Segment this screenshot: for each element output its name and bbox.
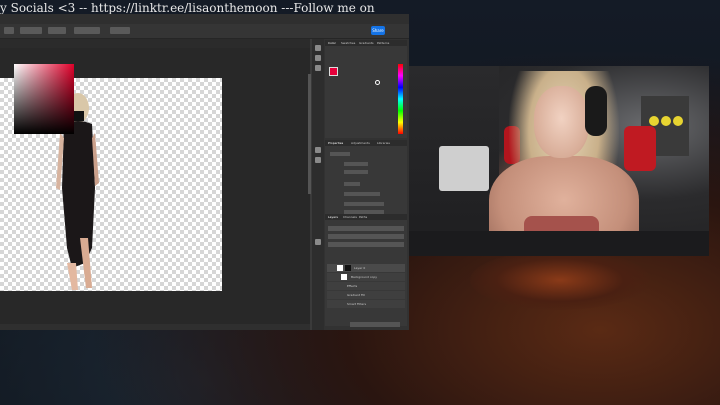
layer-row[interactable]: Gradient Fill: [327, 291, 405, 299]
tab-properties[interactable]: Properties: [328, 140, 343, 146]
property-field[interactable]: [344, 192, 380, 196]
layer-row[interactable]: Background copy: [327, 273, 405, 281]
panel-icon[interactable]: [315, 55, 321, 61]
layer-name: Effects: [347, 284, 358, 288]
layers-panel-tabs: Layers Channels Paths: [325, 214, 407, 220]
status-bar: [0, 324, 310, 330]
layer-thumbnail: [337, 265, 343, 271]
layers-footer-buttons[interactable]: [350, 322, 400, 327]
tab-libraries[interactable]: Libraries: [377, 140, 390, 146]
panel-icon[interactable]: [315, 239, 321, 245]
color-panel: Color Swatches Gradients Patterns: [325, 40, 407, 138]
layer-row[interactable]: Smart Filters: [327, 300, 405, 308]
gaming-chair: [624, 126, 656, 171]
tab-layers[interactable]: Layers: [328, 214, 338, 220]
options-control[interactable]: [20, 27, 42, 34]
tool-preset-button[interactable]: [4, 27, 14, 34]
properties-panel-tabs: Properties Adjustments Libraries: [325, 140, 407, 146]
menu-bar[interactable]: [0, 14, 409, 24]
layer-name: Smart Filters: [347, 302, 367, 306]
panel-icon-strip: [312, 39, 324, 330]
property-field[interactable]: [344, 202, 384, 206]
desk: [409, 231, 709, 256]
layer-thumbnail: [341, 274, 347, 280]
options-bar: Share: [0, 24, 409, 39]
tab-channels[interactable]: Channels: [343, 214, 357, 220]
tab-swatches[interactable]: Swatches: [341, 40, 355, 46]
color-picker-marker[interactable]: [375, 80, 380, 85]
headphones: [585, 86, 607, 136]
panel-icon[interactable]: [315, 157, 321, 163]
vertical-scrollbar[interactable]: [308, 74, 311, 194]
options-control[interactable]: [110, 27, 130, 34]
hue-slider[interactable]: [398, 64, 403, 134]
tab-adjustments[interactable]: Adjustments: [351, 140, 370, 146]
webcam-overlay: [409, 66, 709, 256]
blend-mode-bar[interactable]: [328, 234, 404, 239]
webcam-background-object: [439, 146, 489, 191]
layer-name: Background copy: [351, 275, 378, 279]
tab-gradients[interactable]: Gradients: [359, 40, 374, 46]
webcam-decor: [661, 116, 671, 126]
tab-paths[interactable]: Paths: [359, 214, 367, 220]
property-field[interactable]: [344, 182, 360, 186]
foreground-color-swatch[interactable]: [329, 67, 338, 76]
layer-filter-bar[interactable]: [328, 226, 404, 231]
options-control[interactable]: [74, 27, 100, 34]
webcam-decor: [673, 116, 683, 126]
property-field[interactable]: [344, 170, 368, 174]
options-control[interactable]: [48, 27, 66, 34]
tab-color[interactable]: Color: [328, 40, 336, 46]
layer-row[interactable]: Effects: [327, 282, 405, 290]
panel-icon[interactable]: [315, 45, 321, 51]
color-panel-tabs: Color Swatches Gradients Patterns: [325, 40, 407, 46]
document-tab[interactable]: [0, 39, 310, 48]
layer-mask-thumbnail: [345, 265, 351, 271]
scenery-glow: [470, 250, 650, 310]
layer-row[interactable]: Layer 0: [327, 264, 405, 272]
layer-name: Layer 0: [354, 266, 366, 270]
color-picker-field[interactable]: [14, 64, 74, 134]
panel-icon[interactable]: [315, 147, 321, 153]
layer-name: Gradient Fill: [347, 293, 366, 297]
property-field[interactable]: [330, 152, 350, 156]
streamer-face: [534, 86, 589, 158]
property-field[interactable]: [344, 162, 368, 166]
share-button[interactable]: Share: [371, 26, 385, 35]
tab-patterns[interactable]: Patterns: [377, 40, 389, 46]
photoshop-window: Share Color Swatches Gradients Patterns …: [0, 14, 409, 330]
panel-icon[interactable]: [315, 65, 321, 71]
lock-bar[interactable]: [328, 242, 404, 247]
webcam-decor: [649, 116, 659, 126]
